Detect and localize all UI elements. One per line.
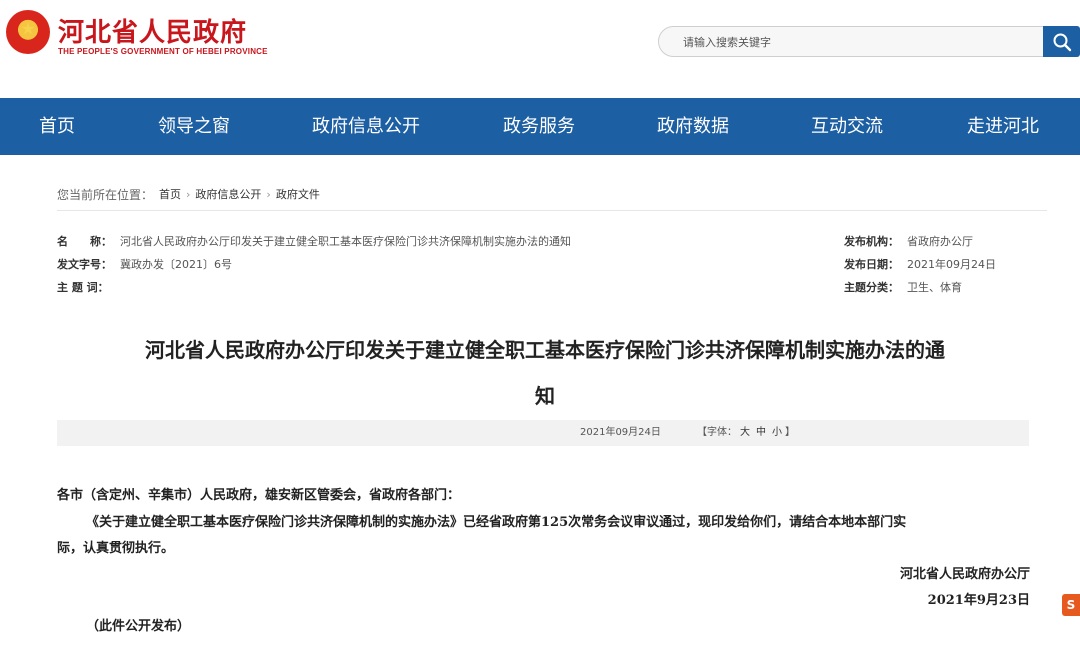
font-medium-button[interactable]: 中 bbox=[756, 427, 766, 438]
search-button[interactable] bbox=[1043, 26, 1080, 57]
meta-category: 主题分类： 卫生、体育 bbox=[844, 279, 962, 295]
nav-item-services[interactable]: 政务服务 bbox=[492, 98, 586, 155]
article-info-bar: 2021年09月24日 【字体：大中小】 bbox=[57, 420, 1029, 446]
article-title-line2: 知 bbox=[535, 384, 555, 408]
meta-name-label: 名 称： bbox=[57, 235, 112, 248]
meta-org: 发布机构： 省政府办公厅 bbox=[844, 233, 973, 249]
meta-category-value: 卫生、体育 bbox=[907, 281, 962, 294]
meta-org-value: 省政府办公厅 bbox=[907, 235, 973, 248]
breadcrumb-prefix: 您当前所在位置： bbox=[57, 187, 154, 202]
nav-item-interaction[interactable]: 互动交流 bbox=[800, 98, 894, 155]
breadcrumb: 您当前所在位置： 首页 › 政府信息公开 › 政府文件 bbox=[57, 184, 320, 204]
meta-date: 发布日期： 2021年09月24日 bbox=[844, 256, 996, 272]
sign-date: 2021年9月23日 bbox=[927, 593, 1030, 608]
nav-item-home[interactable]: 首页 bbox=[20, 98, 94, 155]
article-title: 河北省人民政府办公厅印发关于建立健全职工基本医疗保险门诊共济保障机制实施办法的通… bbox=[57, 330, 1033, 416]
nav-item-gov-info[interactable]: 政府信息公开 bbox=[302, 98, 430, 155]
meta-doc-no: 发文字号： 冀政办发〔2021〕6号 bbox=[57, 256, 232, 272]
nav-item-about-hebei[interactable]: 走进河北 bbox=[956, 98, 1050, 155]
paragraph-1-line1: 《关于建立健全职工基本医疗保险门诊共济保障机制的实施办法》已经省政府第125次常… bbox=[86, 515, 907, 530]
signature: 河北省人民政府办公厅 bbox=[899, 567, 1030, 582]
site-subtitle: THE PEOPLE'S GOVERNMENT OF HEBEI PROVINC… bbox=[58, 47, 268, 56]
breadcrumb-gov-info[interactable]: 政府信息公开 bbox=[195, 185, 261, 205]
meta-name-value: 河北省人民政府办公厅印发关于建立健全职工基本医疗保险门诊共济保障机制实施办法的通… bbox=[120, 235, 571, 248]
nav-item-leaders[interactable]: 领导之窗 bbox=[148, 98, 240, 155]
meta-date-label: 发布日期： bbox=[844, 258, 899, 271]
meta-category-label: 主题分类： bbox=[844, 281, 899, 294]
floating-widget-icon[interactable]: S bbox=[1062, 594, 1080, 616]
font-size-controls: 【字体：大中小】 bbox=[697, 420, 795, 446]
national-emblem-icon: ★ bbox=[6, 10, 50, 54]
meta-doc-no-label: 发文字号： bbox=[57, 258, 112, 271]
chevron-right-icon: › bbox=[186, 187, 191, 201]
meta-subject-label: 主 题 词： bbox=[57, 281, 109, 294]
meta-org-label: 发布机构： bbox=[844, 235, 899, 248]
search-icon bbox=[1053, 33, 1072, 52]
font-large-button[interactable]: 大 bbox=[740, 427, 750, 438]
breadcrumb-home[interactable]: 首页 bbox=[159, 185, 181, 205]
publication-note: （此件公开发布） bbox=[86, 619, 191, 634]
chevron-right-icon: › bbox=[266, 187, 271, 201]
search-input[interactable] bbox=[683, 33, 1023, 51]
paragraph-1-line2: 际，认真贯彻执行。 bbox=[57, 541, 175, 556]
font-label-end: 】 bbox=[785, 427, 795, 438]
site-title[interactable]: 河北省人民政府 bbox=[58, 12, 247, 49]
divider bbox=[57, 210, 1047, 211]
meta-date-value: 2021年09月24日 bbox=[907, 258, 996, 271]
meta-name: 名 称： 河北省人民政府办公厅印发关于建立健全职工基本医疗保险门诊共济保障机制实施… bbox=[57, 233, 571, 249]
font-small-button[interactable]: 小 bbox=[772, 427, 782, 438]
salutation: 各市（含定州、辛集市）人民政府，雄安新区管委会，省政府各部门： bbox=[57, 488, 461, 503]
article-date: 2021年09月24日 bbox=[580, 427, 661, 438]
meta-subject: 主 题 词： bbox=[57, 279, 117, 295]
search-box bbox=[658, 26, 1044, 57]
article-title-line1: 河北省人民政府办公厅印发关于建立健全职工基本医疗保险门诊共济保障机制实施办法的通 bbox=[145, 338, 945, 362]
breadcrumb-gov-docs[interactable]: 政府文件 bbox=[276, 185, 320, 205]
nav-item-gov-data[interactable]: 政府数据 bbox=[646, 98, 740, 155]
font-label: 【字体： bbox=[697, 427, 737, 438]
site-header: ★ 河北省人民政府 THE PEOPLE'S GOVERNMENT OF HEB… bbox=[0, 0, 1080, 98]
main-nav: 首页 领导之窗 政府信息公开 政务服务 政府数据 互动交流 走进河北 bbox=[0, 98, 1080, 155]
meta-doc-no-value: 冀政办发〔2021〕6号 bbox=[120, 258, 232, 271]
